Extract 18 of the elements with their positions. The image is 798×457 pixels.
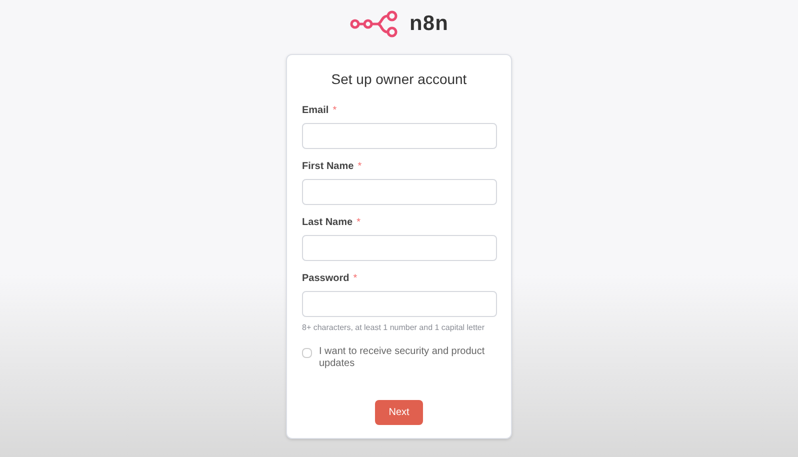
input-field[interactable]: [302, 123, 497, 149]
checkbox-label: I want to receive security and product updates: [319, 346, 486, 370]
required-mark: *: [353, 272, 358, 286]
checkbox[interactable]: [302, 348, 312, 358]
input-field[interactable]: [302, 291, 497, 317]
field-label: Email: [302, 104, 329, 118]
field-label: Password: [302, 272, 350, 286]
required-mark: *: [356, 216, 360, 230]
required-mark: *: [358, 160, 362, 174]
next-button[interactable]: Next: [375, 400, 423, 425]
input-field[interactable]: [302, 179, 497, 205]
input-field[interactable]: [302, 235, 497, 261]
field-hint: 8+ characters, at least 1 number and 1 capital letter: [302, 322, 486, 334]
logo-text: n8n: [410, 11, 448, 38]
field-label: Last Name: [302, 216, 353, 230]
field-label: First Name: [302, 160, 354, 174]
form-title: Set up owner account: [330, 70, 468, 89]
required-mark: *: [332, 104, 337, 118]
